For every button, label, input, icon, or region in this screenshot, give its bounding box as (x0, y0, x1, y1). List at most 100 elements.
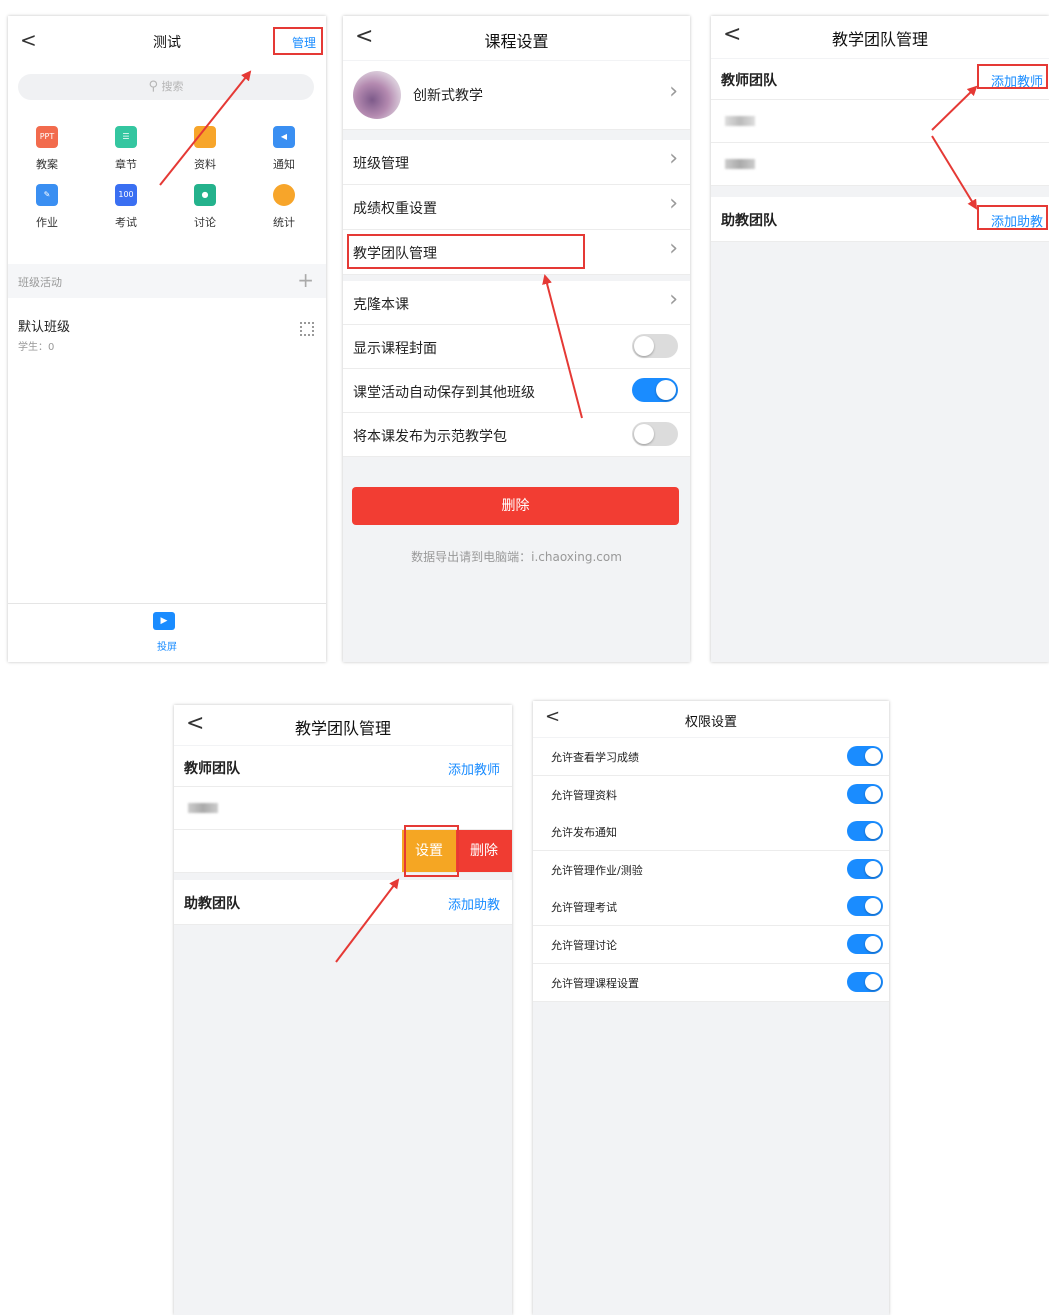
teacher-item[interactable] (711, 100, 1049, 143)
ppt-icon[interactable]: PPT (36, 126, 58, 148)
homework-icon[interactable]: ✎ (36, 184, 58, 206)
permission-toggle[interactable] (847, 971, 883, 992)
settings-row[interactable]: 课堂活动自动保存到其他班级 (343, 369, 690, 413)
page-title: 权限设置 (684, 715, 737, 730)
team-management-swipe-panel: < 教学团队管理 教师团队 添加教师 设置 删除 助教团队 添加助教 (174, 705, 512, 1315)
toggle-switch[interactable] (632, 334, 678, 358)
speaker-icon[interactable]: ◀ (273, 126, 295, 148)
permission-toggle[interactable] (847, 934, 883, 954)
feature-label[interactable]: 考试 (96, 214, 156, 230)
permission-toggle[interactable] (847, 783, 883, 804)
class-students: 学生：0 (18, 342, 55, 353)
permission-row[interactable]: 允许发布通知 (533, 813, 889, 852)
row-label: 克隆本课 (353, 297, 409, 313)
permission-row[interactable]: 允许管理讨论 (533, 926, 889, 964)
bottom-bar: ▶ 投屏 (8, 603, 326, 662)
feature-label[interactable]: 教案 (17, 156, 77, 172)
blurred-name (725, 159, 755, 169)
pie-chart-icon[interactable] (273, 184, 295, 206)
screen-cast-icon[interactable]: ▶ (153, 612, 175, 630)
permission-label: 允许管理考试 (551, 901, 617, 915)
course-name: 创新式教学 (413, 88, 483, 104)
folder-icon[interactable] (194, 126, 216, 148)
feature-label[interactable]: 通知 (254, 156, 314, 172)
screen-cast-label[interactable]: 投屏 (8, 638, 326, 653)
exam-icon[interactable]: 100 (115, 184, 137, 206)
assistant-section-title: 助教团队 (184, 896, 240, 912)
feature-label[interactable]: 讨论 (175, 214, 235, 230)
permission-toggle[interactable] (847, 821, 883, 842)
teacher-section-title: 教师团队 (184, 761, 240, 777)
permission-label: 允许管理课程设置 (551, 976, 639, 990)
delete-button[interactable]: 删除 (456, 830, 512, 872)
permission-toggle[interactable] (847, 746, 883, 766)
permission-row[interactable]: 允许管理考试 (533, 888, 889, 927)
highlight-manage (273, 27, 323, 55)
permission-label: 允许查看学习成绩 (551, 751, 639, 764)
row-label: 将本课发布为示范教学包 (353, 429, 507, 445)
nav-bar: < 权限设置 (533, 701, 889, 737)
highlight-add-teacher (977, 64, 1048, 89)
add-activity-icon[interactable]: + (297, 268, 314, 292)
add-teacher-button[interactable]: 添加教师 (448, 759, 500, 778)
assistant-section-header: 助教团队 添加助教 (174, 880, 512, 925)
teacher-item[interactable] (711, 143, 1049, 186)
toggle-switch[interactable] (632, 422, 678, 446)
highlight-add-assistant (977, 205, 1048, 230)
feature-label[interactable]: 资料 (175, 156, 235, 172)
settings-row[interactable]: 将本课发布为示范教学包 (343, 413, 690, 457)
permission-label: 允许发布通知 (551, 826, 617, 840)
course-info-row[interactable]: 创新式教学 › (343, 61, 690, 130)
permission-settings-panel: < 权限设置 允许查看学习成绩 允许管理资料 允许发布通知 允许管理作业/测验 允许管理… (533, 701, 889, 1315)
course-home-panel: < 测试 管理 ⚲ 搜索 PPT 教案 ☰ 章节 资料 ◀ 通知 ✎ 作业 100 考试 ● 讨论 统计 … (8, 16, 326, 662)
permission-row[interactable]: 允许查看学习成绩 (533, 738, 889, 776)
chevron-right-icon: › (669, 146, 678, 171)
team-management-panel: < 教学团队管理 教师团队 添加教师 助教团队 添加助教 (711, 16, 1049, 662)
highlight-team-management (347, 234, 585, 269)
permission-toggle[interactable] (847, 896, 883, 917)
row-label: 课堂活动自动保存到其他班级 (353, 385, 535, 401)
settings-row[interactable]: 克隆本课 › (343, 281, 690, 325)
class-name: 默认班级 (18, 320, 71, 335)
page-title: 教学团队管理 (831, 30, 928, 49)
chevron-right-icon: › (669, 287, 678, 312)
page-title: 课程设置 (484, 32, 549, 51)
feature-label[interactable]: 章节 (96, 156, 156, 172)
teacher-section-title: 教师团队 (721, 73, 777, 89)
qr-code-icon[interactable] (300, 322, 314, 336)
search-input[interactable]: ⚲ 搜索 (18, 74, 314, 100)
feature-label[interactable]: 作业 (17, 214, 77, 230)
permission-label: 允许管理作业/测验 (551, 863, 643, 877)
row-label: 班级管理 (353, 156, 409, 172)
section-title: 班级活动 (18, 276, 62, 289)
teacher-section-header: 教师团队 添加教师 (174, 746, 512, 787)
course-settings-panel: < 课程设置 创新式教学 › 班级管理 › 成绩权重设置 › 教学团队管理 › 克隆本课 ›… (343, 16, 690, 662)
export-hint: 数据导出请到电脑端：i.chaoxing.com (411, 550, 622, 564)
nav-bar: < 教学团队管理 (174, 705, 512, 745)
chapter-icon[interactable]: ☰ (115, 126, 137, 148)
assistant-section-title: 助教团队 (721, 213, 777, 229)
search-placeholder: 搜索 (161, 80, 184, 93)
nav-bar: < 教学团队管理 (711, 16, 1049, 58)
class-item[interactable]: 默认班级 学生：0 (8, 306, 326, 356)
toggle-switch[interactable] (632, 378, 678, 402)
permission-row[interactable]: 允许管理课程设置 (533, 963, 889, 1002)
permission-row[interactable]: 允许管理作业/测验 (533, 850, 889, 889)
permission-label: 允许管理资料 (551, 788, 617, 802)
row-label: 成绩权重设置 (353, 201, 437, 217)
teacher-item[interactable] (174, 787, 512, 830)
permission-toggle[interactable] (847, 858, 883, 879)
settings-row[interactable]: 显示课程封面 (343, 325, 690, 369)
settings-row[interactable]: 成绩权重设置 › (343, 185, 690, 230)
settings-row[interactable]: 班级管理 › (343, 140, 690, 185)
chevron-right-icon: › (669, 191, 678, 216)
add-assistant-button[interactable]: 添加助教 (448, 894, 500, 913)
teacher-item-swiped[interactable]: 设置 删除 (174, 830, 512, 873)
permission-row[interactable]: 允许管理资料 (533, 775, 889, 814)
highlight-settings (404, 825, 459, 877)
feature-label[interactable]: 统计 (254, 214, 314, 230)
nav-bar: < 课程设置 (343, 16, 690, 60)
delete-course-button[interactable]: 删除 (352, 487, 679, 525)
chat-icon[interactable]: ● (194, 184, 216, 206)
section-header: 班级活动 + (8, 264, 326, 298)
